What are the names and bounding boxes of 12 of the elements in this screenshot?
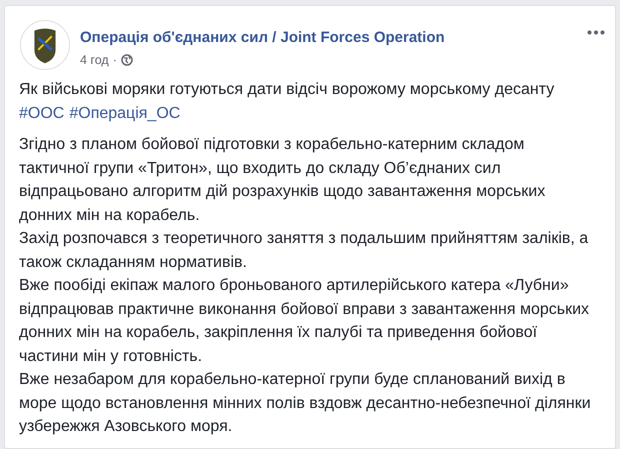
post-time[interactable]: 4 год [80,51,109,70]
hashtag-link[interactable]: #ООС [19,102,64,125]
post-paragraph: Захід розпочався з теоретичного заняття з подальшим прийняттям заліків, а також складанням нормативів. [19,229,590,272]
page-name-link[interactable]: Операція об'єднаних сил / Joint Forces Operation [80,28,445,48]
post-paragraph: Вже пообіді екіпаж малого броньованого артилерійського катера «Лубни» відпрацював практичне виконання бойової вправи з завантаження морських донних мін на корабель, закріплення їх палубі та приведення бойової частини мін у готовність. [19,276,590,366]
shield-avatar-icon[interactable] [20,20,70,70]
hashtag-link[interactable]: #Операція_ОС [69,102,180,125]
post-headline: Як військові моряки готуються дати відсіч ворожому морському десанту [19,80,556,100]
more-options-icon[interactable] [587,30,605,35]
post-paragraph: Вже незабаром для корабельно-катерної групи буде спланований вихід в море щодо встановлення мінних полів вздовж десантно-небезпечної ділянки узбережжя Азовського моря. [19,370,592,437]
separator-dot: · [112,52,117,69]
post-paragraph: Згідно з планом бойової підготовки з корабельно-катерним складом тактичної групи «Тритон», що входить до складу Об’єднаних сил відпрацьовано алгоритм дій розрахунків щодо завантаження морських донних мін на корабель. [19,135,546,226]
